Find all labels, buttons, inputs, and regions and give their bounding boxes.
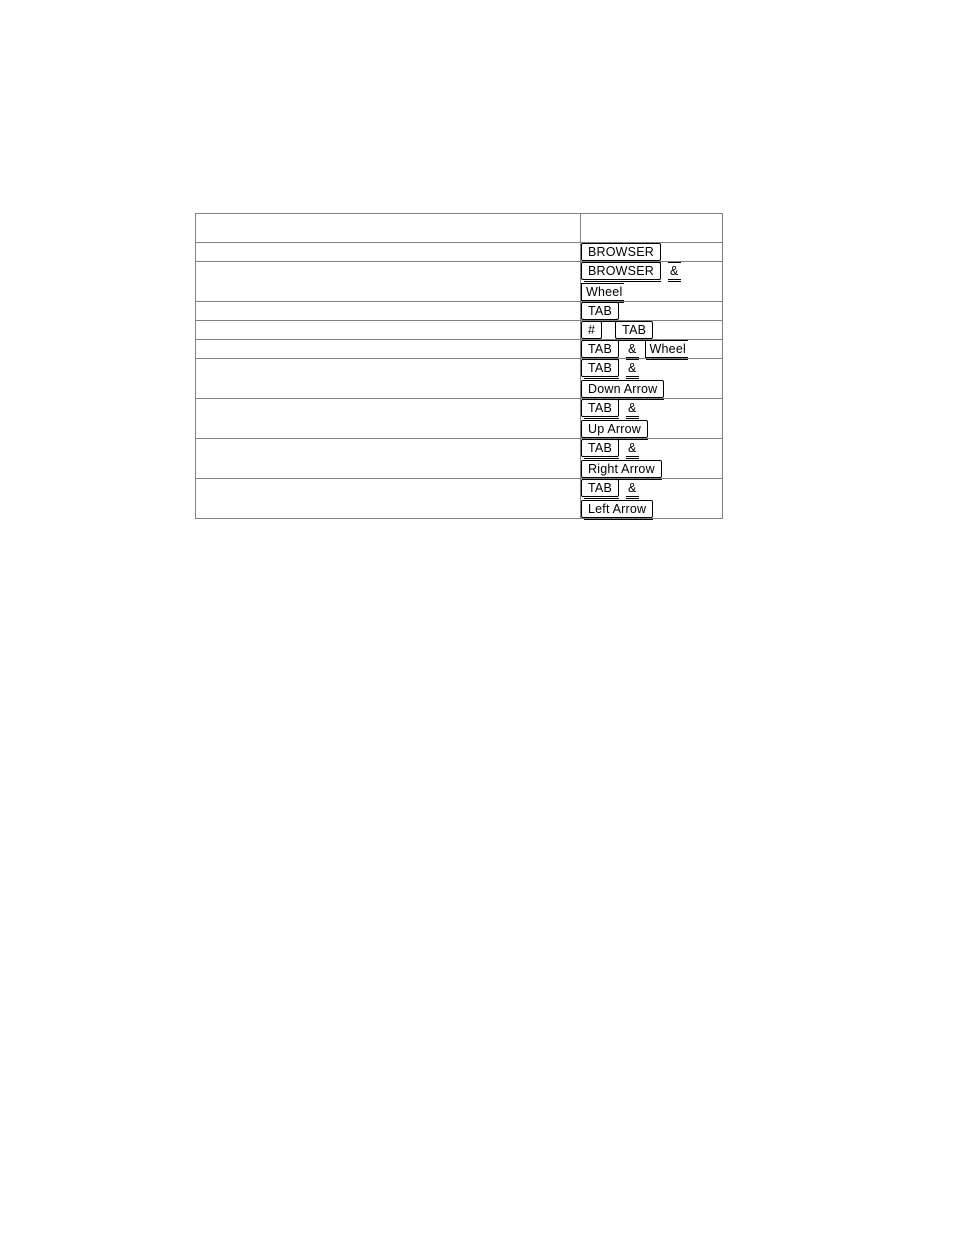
keycap-tab: TAB (581, 302, 619, 323)
key-sequence-line: Wheel (581, 283, 722, 304)
row-description-cell (195, 301, 581, 321)
key-sequence-line: TAB & Wheel (581, 340, 722, 361)
row-description-text (196, 321, 580, 322)
keycap-up-arrow: Up Arrow (581, 420, 649, 441)
page-canvas: BROWSER BROWSER & Wheel TAB # TAB TAB & Wheel TAB &… (0, 0, 954, 1235)
row-description-text (196, 479, 580, 480)
table-header-cell-keys (580, 213, 723, 243)
key-sequence-line: BROWSER (581, 243, 722, 264)
key-sequence-line: Left Arrow (581, 500, 722, 521)
row-description-text (196, 340, 580, 341)
keycap-tab: TAB (581, 359, 619, 380)
table-body: BROWSER BROWSER & Wheel TAB # TAB TAB & Wheel TAB &… (195, 242, 723, 521)
row-description-text (196, 262, 580, 263)
row-description-text (196, 439, 580, 440)
keyboard-shortcut-table: BROWSER BROWSER & Wheel TAB # TAB TAB & Wheel TAB &… (195, 213, 723, 521)
keycap-: & (625, 439, 639, 460)
table-row: TAB & Wheel (195, 339, 723, 361)
keycap-: # (581, 321, 603, 342)
row-description-text (196, 359, 580, 360)
keycap-tab: TAB (581, 340, 619, 361)
keycap-browser: BROWSER (581, 243, 661, 264)
keycap-: & (625, 359, 639, 380)
key-sequence-line: Right Arrow (581, 460, 722, 481)
keycap-: & (625, 479, 639, 500)
key-sequence-line: BROWSER & (581, 262, 722, 283)
row-description-text (196, 302, 580, 303)
keycap-wheel: Wheel (581, 283, 625, 304)
row-keys-cell: TAB (580, 301, 723, 323)
table-header-cell-description (195, 213, 581, 243)
table-header-row (195, 213, 723, 243)
row-keys-cell: BROWSER & Wheel (580, 261, 723, 304)
row-description-cell (195, 398, 581, 439)
key-sequence-line: TAB & (581, 399, 722, 420)
row-keys-cell: TAB & Right Arrow (580, 438, 723, 481)
row-description-cell (195, 478, 581, 519)
keycap-: & (668, 262, 681, 283)
keycap-right-arrow: Right Arrow (581, 460, 662, 481)
keycap-browser: BROWSER (581, 262, 661, 283)
key-sequence-line: # TAB (581, 321, 722, 342)
row-description-text (196, 243, 580, 244)
key-sequence-line: Down Arrow (581, 380, 722, 401)
key-sequence-line: TAB & (581, 359, 722, 380)
row-keys-cell: TAB & Up Arrow (580, 398, 723, 441)
keycap-tab: TAB (581, 439, 619, 460)
keycap-: & (625, 399, 639, 420)
row-keys-cell: TAB & Wheel (580, 339, 723, 361)
row-description-cell (195, 339, 581, 359)
keycap-down-arrow: Down Arrow (581, 380, 665, 401)
keycap-left-arrow: Left Arrow (581, 500, 654, 521)
table-row: TAB & Down Arrow (195, 358, 723, 401)
row-description-cell (195, 358, 581, 399)
key-sequence-line: TAB & (581, 439, 722, 460)
table-row: TAB & Up Arrow (195, 398, 723, 441)
row-description-cell (195, 320, 581, 340)
table-row: TAB (195, 301, 723, 323)
row-keys-cell: BROWSER (580, 242, 723, 264)
row-description-cell (195, 242, 581, 262)
keycap-tab: TAB (581, 399, 619, 420)
keycap-tab: TAB (615, 321, 654, 342)
row-description-cell (195, 438, 581, 479)
row-keys-cell: TAB & Down Arrow (580, 358, 723, 401)
table-row: TAB & Right Arrow (195, 438, 723, 481)
keycap-: & (625, 340, 639, 361)
key-sequence-line: TAB & (581, 479, 722, 500)
table-header (195, 213, 723, 243)
row-description-text (196, 399, 580, 400)
row-keys-cell: # TAB (580, 320, 723, 342)
keycap-tab: TAB (581, 479, 619, 500)
table-row: BROWSER (195, 242, 723, 264)
table-row: TAB & Left Arrow (195, 478, 723, 521)
keycap-wheel: Wheel (644, 340, 689, 361)
key-sequence-line: Up Arrow (581, 420, 722, 441)
row-description-cell (195, 261, 581, 302)
table-row: BROWSER & Wheel (195, 261, 723, 304)
table-row: # TAB (195, 320, 723, 342)
key-sequence-line: TAB (581, 302, 722, 323)
row-keys-cell: TAB & Left Arrow (580, 478, 723, 521)
